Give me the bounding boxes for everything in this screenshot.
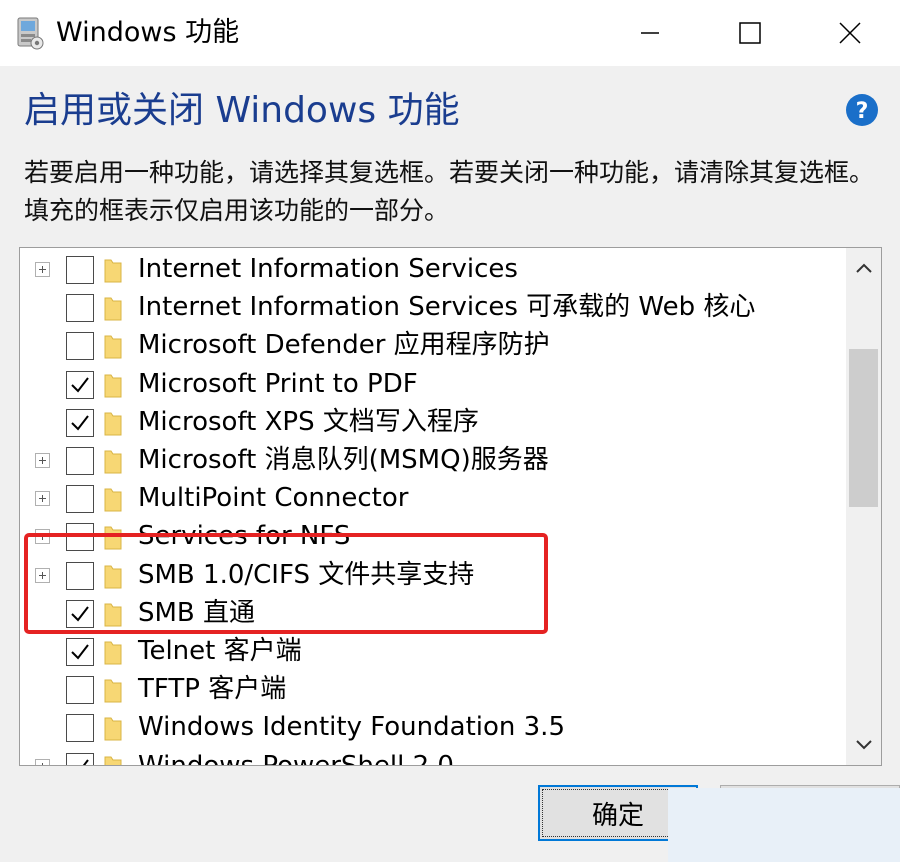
feature-row[interactable]: Microsoft 消息队列(MSMQ)服务器 bbox=[20, 441, 840, 479]
feature-label: Telnet 客户端 bbox=[138, 636, 302, 666]
feature-checkbox[interactable] bbox=[66, 523, 94, 552]
feature-label: Internet Information Services bbox=[138, 254, 518, 284]
feature-checkbox[interactable] bbox=[66, 370, 94, 399]
windows-features-icon bbox=[14, 16, 44, 50]
feature-label: Microsoft 消息队列(MSMQ)服务器 bbox=[138, 445, 549, 475]
expand-icon[interactable] bbox=[35, 491, 50, 507]
feature-label: Microsoft XPS 文档写入程序 bbox=[138, 406, 479, 437]
folder-icon bbox=[104, 333, 122, 359]
feature-checkbox[interactable] bbox=[66, 294, 94, 323]
chevron-up-icon bbox=[855, 263, 872, 273]
feature-row[interactable]: Microsoft XPS 文档写入程序 bbox=[20, 403, 840, 441]
feature-checkbox[interactable] bbox=[66, 714, 94, 743]
feature-label: SMB 1.0/CIFS 文件共享支持 bbox=[138, 559, 475, 590]
feature-label: SMB 直通 bbox=[138, 597, 256, 628]
scrollbar-thumb[interactable] bbox=[849, 349, 878, 507]
feature-checkbox[interactable] bbox=[66, 485, 94, 514]
checkmark-icon bbox=[82, 758, 89, 765]
feature-label: Internet Information Services 可承载的 Web 核… bbox=[138, 292, 756, 323]
feature-row[interactable]: Internet Information Services 可承载的 Web 核… bbox=[20, 288, 840, 326]
feature-label: TFTP 客户端 bbox=[138, 674, 287, 705]
window-title: Windows 功能 bbox=[56, 17, 240, 48]
folder-icon bbox=[104, 677, 122, 703]
maximize-icon bbox=[739, 22, 761, 44]
features-tree[interactable]: Internet Information Services Internet In… bbox=[19, 247, 882, 766]
close-button[interactable] bbox=[800, 0, 900, 66]
feature-row[interactable]: SMB 1.0/CIFS 文件共享支持 bbox=[20, 556, 840, 594]
folder-icon bbox=[104, 601, 122, 627]
checkmark-icon bbox=[71, 644, 89, 660]
feature-row[interactable]: Microsoft Print to PDF bbox=[20, 365, 840, 403]
folder-icon bbox=[104, 563, 122, 589]
vertical-scrollbar[interactable] bbox=[846, 248, 881, 765]
page-heading: 启用或关闭 Windows 功能 bbox=[24, 90, 460, 131]
folder-icon bbox=[104, 486, 122, 512]
folder-icon bbox=[104, 257, 122, 283]
chevron-down-icon bbox=[855, 740, 872, 750]
expand-icon[interactable] bbox=[35, 529, 50, 545]
description-text: 若要启用一种功能，请选择其复选框。若要关闭一种功能，请清除其复选框。填充的框表示… bbox=[24, 158, 875, 225]
expand-icon[interactable] bbox=[35, 262, 50, 277]
feature-row[interactable]: MultiPoint Connector bbox=[20, 479, 840, 517]
expand-icon[interactable] bbox=[35, 758, 50, 765]
feature-checkbox[interactable] bbox=[66, 752, 94, 765]
folder-icon bbox=[104, 639, 122, 665]
scroll-down-button[interactable] bbox=[846, 725, 881, 765]
feature-row[interactable]: Windows Identity Foundation 3.5 bbox=[20, 708, 840, 746]
feature-row[interactable]: Microsoft Defender 应用程序防护 bbox=[20, 326, 840, 364]
checkmark-icon bbox=[71, 415, 89, 431]
folder-icon bbox=[104, 524, 122, 550]
overlay-panel bbox=[668, 788, 900, 862]
feature-label: Windows PowerShell 2.0 bbox=[138, 750, 454, 766]
feature-checkbox[interactable] bbox=[66, 447, 94, 475]
feature-row[interactable]: SMB 直通 bbox=[20, 594, 840, 632]
expand-icon[interactable] bbox=[35, 453, 50, 468]
checkmark-icon bbox=[71, 376, 89, 393]
feature-checkbox[interactable] bbox=[66, 332, 94, 361]
folder-icon bbox=[104, 754, 122, 765]
feature-label: Windows Identity Foundation 3.5 bbox=[138, 712, 565, 743]
feature-checkbox[interactable] bbox=[66, 599, 94, 628]
close-icon bbox=[839, 22, 861, 44]
folder-icon bbox=[104, 372, 122, 398]
feature-checkbox[interactable] bbox=[66, 638, 94, 666]
feature-checkbox[interactable] bbox=[66, 408, 94, 437]
title-bar: Windows 功能 bbox=[0, 0, 900, 66]
feature-row[interactable]: Windows PowerShell 2.0 bbox=[20, 747, 840, 766]
feature-checkbox[interactable] bbox=[66, 676, 94, 705]
feature-checkbox[interactable] bbox=[66, 561, 94, 590]
folder-icon bbox=[104, 448, 122, 474]
scroll-up-button[interactable] bbox=[846, 248, 881, 288]
expand-icon[interactable] bbox=[35, 567, 50, 583]
feature-row[interactable]: Internet Information Services bbox=[20, 250, 840, 288]
feature-row[interactable]: Services for NFS bbox=[20, 517, 840, 555]
feature-label: Microsoft Print to PDF bbox=[138, 368, 418, 399]
folder-icon bbox=[104, 715, 122, 741]
folder-icon bbox=[104, 410, 122, 436]
folder-icon bbox=[104, 295, 122, 321]
checkmark-icon bbox=[71, 606, 89, 622]
feature-label: Services for NFS bbox=[138, 521, 351, 552]
feature-checkbox[interactable] bbox=[66, 256, 94, 284]
feature-label: MultiPoint Connector bbox=[138, 483, 409, 514]
maximize-button[interactable] bbox=[700, 0, 800, 66]
svg-text:?: ? bbox=[856, 99, 869, 124]
feature-row[interactable]: Telnet 客户端 bbox=[20, 632, 840, 670]
feature-row[interactable]: TFTP 客户端 bbox=[20, 670, 840, 708]
feature-label: Microsoft Defender 应用程序防护 bbox=[138, 330, 550, 361]
help-icon[interactable]: ? bbox=[845, 93, 879, 127]
minimize-button[interactable] bbox=[600, 0, 700, 66]
minimize-icon bbox=[641, 32, 659, 34]
